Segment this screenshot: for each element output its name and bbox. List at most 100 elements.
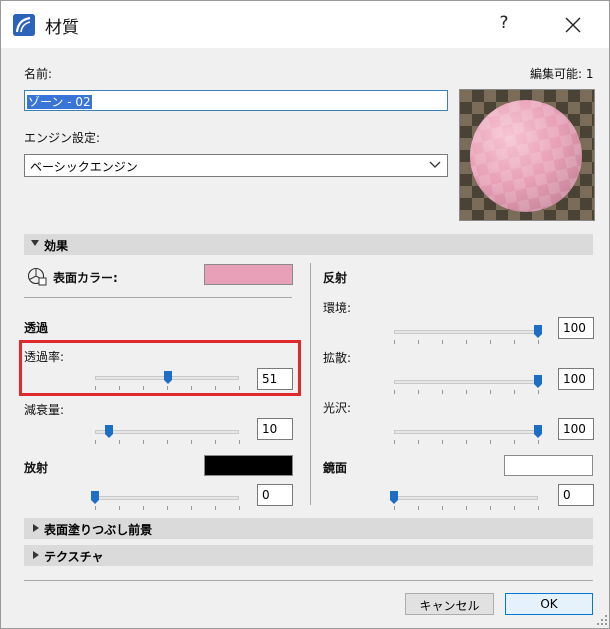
slider-ticks <box>95 440 240 444</box>
slider-tick <box>95 506 96 510</box>
attenuation-label: 減衰量: <box>24 403 65 417</box>
surface-color-swatch[interactable] <box>204 264 293 285</box>
slider-tick <box>514 390 515 394</box>
emission-value-field[interactable]: 0 <box>257 484 293 506</box>
material-name-input[interactable]: ゾーン - 02 <box>24 90 448 111</box>
gloss-slider[interactable] <box>394 423 542 445</box>
slider-thumb[interactable] <box>390 491 398 504</box>
slider-tick <box>490 506 491 510</box>
archicad-app-icon <box>13 14 35 36</box>
slider-thumb[interactable] <box>534 375 542 388</box>
slider-tick <box>418 340 419 344</box>
slider-tick <box>394 506 395 510</box>
name-label: 名前: <box>24 67 53 81</box>
slider-tick <box>490 440 491 444</box>
slider-tick <box>442 340 443 344</box>
slider-tick <box>394 340 395 344</box>
cancel-button[interactable]: キャンセル <box>405 593 494 615</box>
slider-track <box>95 496 239 500</box>
emission-label: 放射 <box>24 461 49 475</box>
slider-tick <box>418 506 419 510</box>
slider-tick <box>514 340 515 344</box>
slider-ticks <box>95 506 240 510</box>
slider-tick <box>239 440 240 444</box>
texture-section-header[interactable]: テクスチャ <box>24 545 593 566</box>
slider-tick <box>394 390 395 394</box>
attenuation-slider[interactable] <box>95 423 240 445</box>
diffuse-value-field[interactable]: 100 <box>558 368 594 390</box>
slider-thumb[interactable] <box>105 425 114 438</box>
help-button[interactable]: ? <box>492 13 516 37</box>
slider-ticks <box>394 440 539 444</box>
fill-section-label: 表面塗りつぶし前景 <box>44 523 153 537</box>
slider-tick <box>466 506 467 510</box>
transparency-heading: 透過 <box>24 321 49 335</box>
ambient-value-field[interactable]: 100 <box>558 317 594 339</box>
editable-count-label: 編集可能: 1 <box>530 67 594 81</box>
expand-triangle-icon <box>33 524 39 532</box>
reflection-heading: 反射 <box>323 271 348 285</box>
slider-tick <box>143 506 144 510</box>
slider-tick <box>490 390 491 394</box>
slider-tick <box>191 440 192 444</box>
slider-tick <box>191 506 192 510</box>
slider-tick <box>394 440 395 444</box>
slider-tick <box>442 390 443 394</box>
gloss-value-field[interactable]: 100 <box>558 418 594 440</box>
engine-select[interactable]: ベーシックエンジン <box>24 154 448 177</box>
engine-select-value: ベーシックエンジン <box>30 160 138 174</box>
slider-tick <box>538 390 539 394</box>
chevron-down-icon <box>429 161 441 168</box>
gloss-label: 光沢: <box>323 401 352 415</box>
slider-track <box>394 430 538 434</box>
diffuse-label: 拡散: <box>323 351 352 365</box>
slider-tick <box>143 440 144 444</box>
specular-color-swatch[interactable] <box>504 455 593 476</box>
slider-tick <box>514 440 515 444</box>
engine-label: エンジン設定: <box>24 131 101 145</box>
slider-tick <box>466 440 467 444</box>
highlight-box <box>19 340 301 396</box>
ambient-slider[interactable] <box>394 323 542 345</box>
collapse-triangle-icon <box>31 240 39 246</box>
slider-tick <box>215 440 216 444</box>
slider-track <box>394 330 538 334</box>
slider-thumb[interactable] <box>534 425 542 438</box>
slider-thumb[interactable] <box>534 325 542 338</box>
color-palette-icon <box>27 267 47 286</box>
slider-track <box>394 380 538 384</box>
title-bar: 材質 ? <box>1 1 609 48</box>
column-divider <box>310 263 311 505</box>
fill-section-header[interactable]: 表面塗りつぶし前景 <box>24 518 593 539</box>
material-preview <box>459 89 595 221</box>
texture-section-label: テクスチャ <box>44 550 104 564</box>
slider-tick <box>514 506 515 510</box>
material-dialog: 材質 ? 名前: 編集可能: 1 ゾーン - 02 エンジン設定: ベーシックエ… <box>0 0 610 629</box>
attenuation-value-field[interactable]: 10 <box>257 418 293 440</box>
slider-tick <box>167 506 168 510</box>
slider-tick <box>418 390 419 394</box>
diffuse-slider[interactable] <box>394 373 542 395</box>
specular-value-field[interactable]: 0 <box>558 484 594 506</box>
resize-grip-icon[interactable] <box>596 614 608 626</box>
dialog-title: 材質 <box>45 18 79 38</box>
slider-track <box>394 496 538 500</box>
effects-section-label: 効果 <box>44 239 69 253</box>
surface-color-label: 表面カラー: <box>53 271 118 285</box>
emission-slider[interactable] <box>91 489 240 511</box>
close-button[interactable] <box>559 11 587 39</box>
specular-slider[interactable] <box>390 489 539 511</box>
slider-tick <box>119 440 120 444</box>
slider-tick <box>119 506 120 510</box>
emission-color-swatch[interactable] <box>204 455 293 476</box>
slider-thumb[interactable] <box>91 491 99 504</box>
ok-button[interactable]: OK <box>505 593 593 615</box>
material-name-value: ゾーン - 02 <box>27 95 92 109</box>
effects-section-header[interactable]: 効果 <box>24 234 593 255</box>
slider-tick <box>418 440 419 444</box>
slider-tick <box>239 506 240 510</box>
slider-tick <box>538 506 539 510</box>
slider-tick <box>215 506 216 510</box>
slider-tick <box>167 440 168 444</box>
divider <box>24 297 292 298</box>
